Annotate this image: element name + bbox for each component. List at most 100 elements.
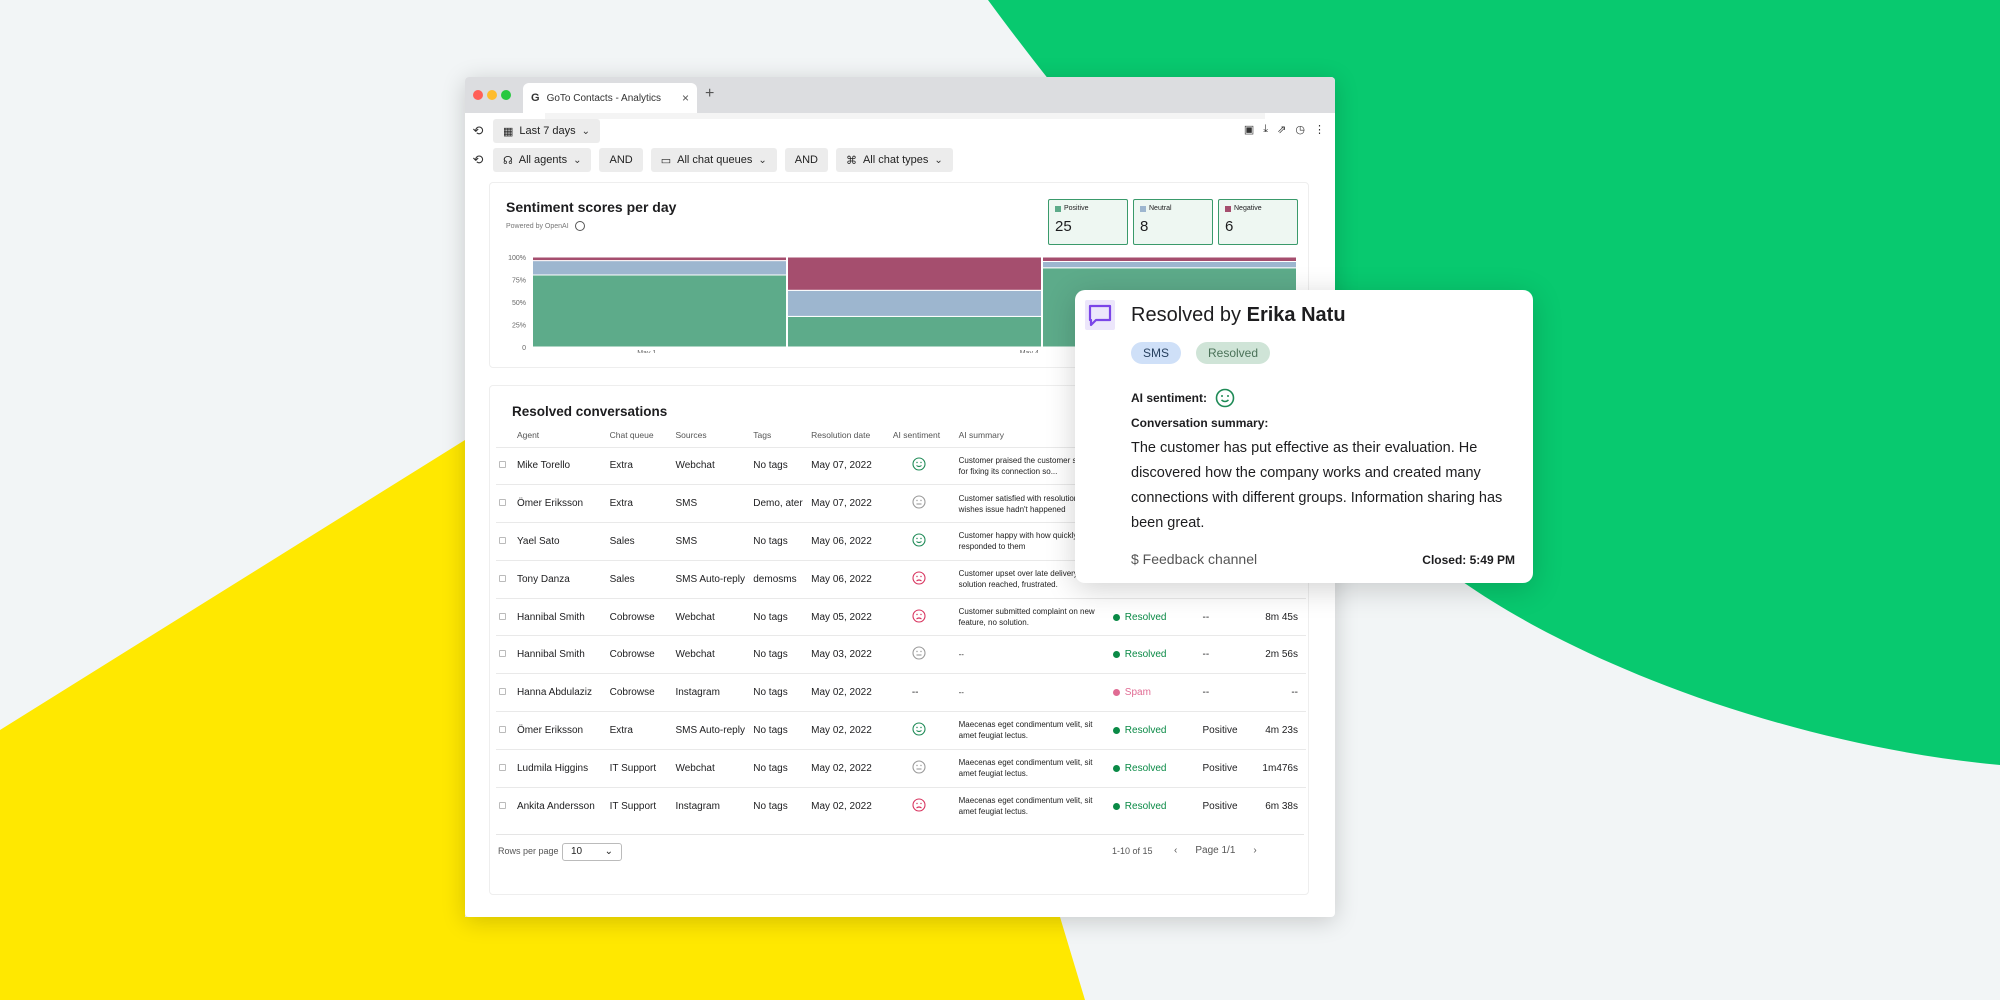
channel-tag: SMS xyxy=(1131,342,1182,364)
row-checkbox[interactable] xyxy=(499,574,506,582)
agents-filter-dropdown[interactable]: ☊ All agents ⌄ xyxy=(493,148,592,172)
status-badge: Resolved xyxy=(1112,649,1197,661)
browser-tab[interactable]: G GoTo Contacts - Analytics × xyxy=(523,83,697,113)
kpi-negative[interactable]: Negative 6 xyxy=(1218,199,1298,245)
status-dot xyxy=(1112,726,1120,734)
duration-value: 6m 38s xyxy=(1265,800,1298,812)
row-checkbox[interactable] xyxy=(499,725,506,733)
table-row[interactable]: Hanna Abdulaziz Cobrowse Instagram No tags M… xyxy=(496,673,1306,712)
conversation-detail-popup[interactable]: Resolved by Erika Natu SMS Resolved AI s… xyxy=(1075,290,1533,583)
table-row[interactable]: Hannibal Smith Cobrowse Webchat No tags May … xyxy=(496,597,1306,636)
cell-source: Instagram xyxy=(672,673,751,712)
types-filter-dropdown[interactable]: ⌘ All chat types ⌄ xyxy=(835,148,953,172)
feedback-channel-link[interactable]: $ Feedback channel xyxy=(1131,551,1257,567)
kpi-positive[interactable]: Positive 25 xyxy=(1048,199,1128,245)
kpi-positive-label: Positive xyxy=(1064,205,1089,212)
powered-by-label: Powered by OpenAI xyxy=(506,222,569,230)
queues-filter-dropdown[interactable]: ▭ All chat queues ⌄ xyxy=(650,148,777,172)
refresh-icon[interactable]: ⟲ xyxy=(471,123,485,139)
and-operator-2[interactable]: AND xyxy=(784,148,828,172)
cell-duration: 6m 38s xyxy=(1259,786,1306,825)
popup-title-prefix: Resolved by xyxy=(1131,304,1247,326)
status-label: Resolved xyxy=(1124,649,1167,661)
and-operator-1[interactable]: AND xyxy=(599,148,643,172)
header-tags[interactable]: Tags xyxy=(750,424,808,447)
chevron-down-icon: ⌄ xyxy=(758,154,767,166)
agent-value: Yael Sato xyxy=(516,535,560,547)
date-value: May 06, 2022 xyxy=(811,535,872,547)
bar-segment-negative[interactable] xyxy=(1042,256,1297,262)
row-checkbox[interactable] xyxy=(499,801,506,809)
bar-segment-positive[interactable] xyxy=(787,315,1042,348)
table-row[interactable]: Hannibal Smith Cobrowse Webchat No tags May … xyxy=(496,635,1306,674)
cell-tags: demosms xyxy=(750,559,809,599)
cell-sentiment: -- xyxy=(889,673,956,712)
bar-segment-neutral[interactable] xyxy=(532,260,787,276)
next-page-button[interactable]: › xyxy=(1253,845,1256,856)
ai-label-value: -- xyxy=(1202,687,1210,699)
new-tab-button[interactable]: + xyxy=(705,85,714,103)
cell-sentiment xyxy=(889,748,956,788)
date-value: May 05, 2022 xyxy=(811,611,872,623)
cell-summary: Maecenas eget condimentum velit, sit ame… xyxy=(955,786,1110,825)
summary-value: -- xyxy=(958,650,964,660)
close-window-button[interactable] xyxy=(473,90,483,100)
cell-duration: 4m 23s xyxy=(1259,711,1306,750)
cell-sentiment xyxy=(889,484,956,523)
chevron-down-icon: ⌄ xyxy=(934,154,943,166)
queue-value: Extra xyxy=(609,498,633,510)
rows-per-page-select[interactable]: 10 ⌄ xyxy=(562,843,622,861)
duration-value: 4m 23s xyxy=(1265,724,1298,736)
table-row[interactable]: Ankita Andersson IT Support Instagram No ta… xyxy=(496,786,1306,825)
kpi-neutral[interactable]: Neutral 8 xyxy=(1133,199,1213,245)
cell-date: May 02, 2022 xyxy=(808,673,890,712)
close-tab-icon[interactable]: × xyxy=(682,91,689,105)
table-row[interactable]: Ludmila Higgins IT Support Webchat No tags M… xyxy=(496,748,1306,788)
download-icon[interactable]: ⤓ xyxy=(1263,123,1268,136)
header-sentiment[interactable]: AI sentiment xyxy=(890,424,956,447)
refresh-filters-icon[interactable]: ⟲ xyxy=(471,152,485,168)
minimize-window-button[interactable] xyxy=(487,90,497,100)
bar-segment-neutral[interactable] xyxy=(787,289,1042,317)
date-value: May 03, 2022 xyxy=(811,649,872,661)
date-value: May 07, 2022 xyxy=(811,498,872,510)
row-checkbox[interactable] xyxy=(499,688,506,696)
header-agent[interactable]: Agent xyxy=(514,424,607,447)
status-dot xyxy=(1112,651,1120,659)
source-value: SMS xyxy=(675,535,698,547)
bar-segment-negative[interactable] xyxy=(787,256,1042,291)
date-range-dropdown[interactable]: ▦ Last 7 days ⌄ xyxy=(493,119,601,143)
bar-segment-neutral[interactable] xyxy=(1042,261,1297,269)
title-bar: G GoTo Contacts - Analytics × + xyxy=(465,77,1335,113)
message-icon xyxy=(1085,300,1115,330)
prev-page-button[interactable]: ‹ xyxy=(1174,845,1177,856)
share-icon[interactable]: ⇗ xyxy=(1277,123,1286,136)
table-row[interactable]: Ömer Eriksson Extra SMS Auto-reply No tags M… xyxy=(496,711,1306,750)
row-checkbox[interactable] xyxy=(499,536,506,544)
maximize-window-button[interactable] xyxy=(501,90,511,100)
header-sources[interactable]: Sources xyxy=(672,424,750,447)
cell-queue: Sales xyxy=(606,559,673,599)
row-checkbox[interactable] xyxy=(499,612,506,620)
header-date[interactable]: Resolution date xyxy=(808,424,890,447)
cell-source: SMS xyxy=(672,484,751,523)
row-checkbox[interactable] xyxy=(499,650,506,658)
source-value: Webchat xyxy=(675,762,715,774)
header-queue[interactable]: Chat queue xyxy=(607,424,673,447)
bar-segment-positive[interactable] xyxy=(532,274,787,348)
y-tick-label: 0 xyxy=(522,345,526,352)
hierarchy-icon: ⌘ xyxy=(845,154,857,167)
save-icon[interactable]: ▣ xyxy=(1244,123,1254,136)
cell-tags: Demo, ater xyxy=(750,484,809,523)
x-tick-label: May 1 xyxy=(637,350,656,353)
date-value: May 02, 2022 xyxy=(811,687,872,699)
bar-segment-negative[interactable] xyxy=(532,256,787,262)
cell-agent: Hannibal Smith xyxy=(513,597,607,636)
header-select xyxy=(496,424,514,447)
row-checkbox[interactable] xyxy=(499,461,506,469)
history-icon[interactable]: ◷ xyxy=(1295,123,1305,136)
row-checkbox[interactable] xyxy=(499,499,506,507)
queue-value: Cobrowse xyxy=(609,687,655,699)
row-checkbox[interactable] xyxy=(499,763,506,771)
more-icon[interactable]: ⋮ xyxy=(1314,123,1325,136)
